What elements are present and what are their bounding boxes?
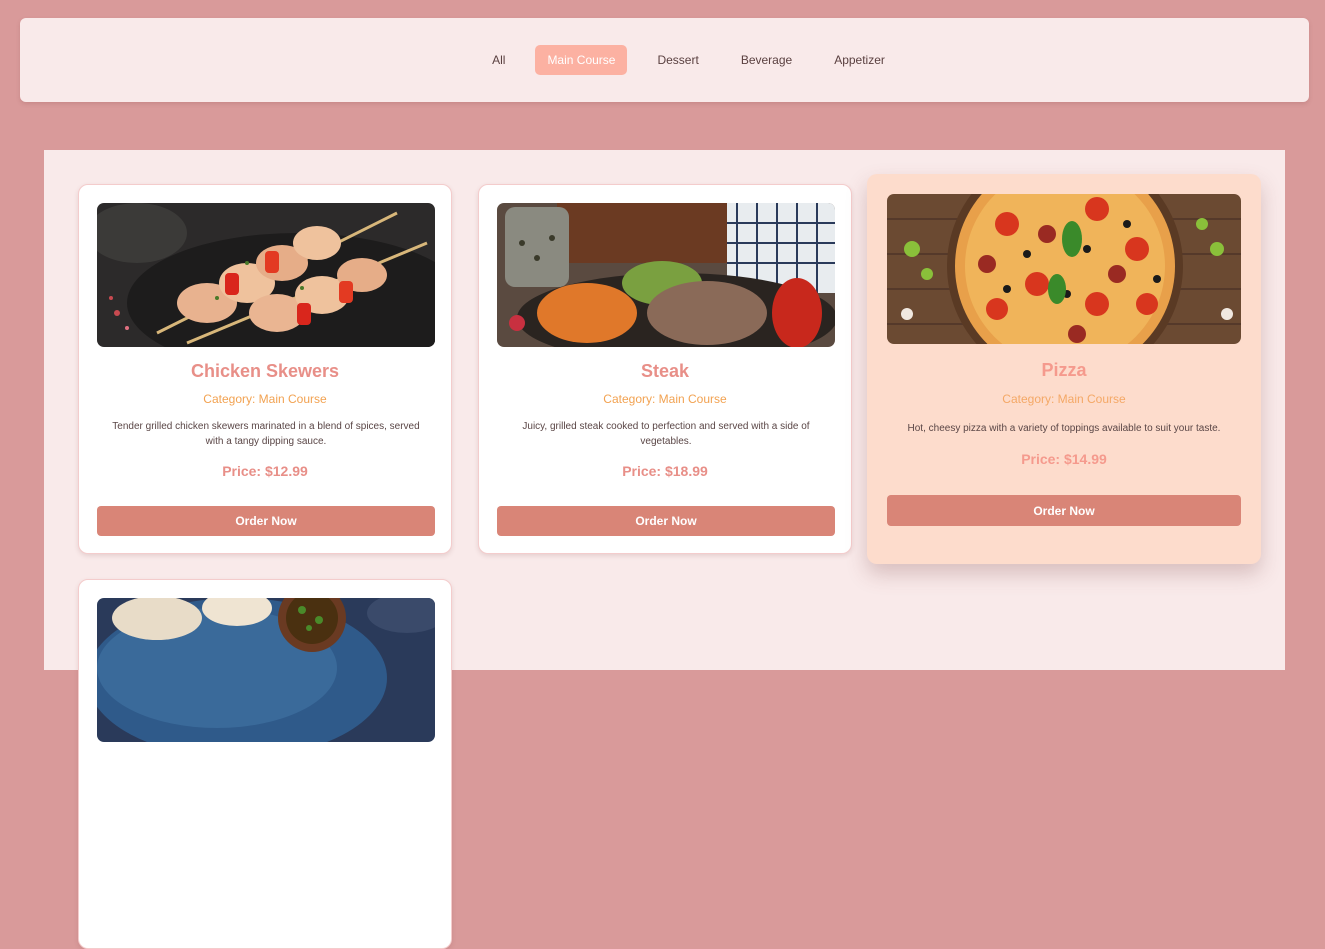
card-category: Category: Main Course <box>203 392 327 406</box>
card-category: Category: Main Course <box>603 392 727 406</box>
card-price: Price: $12.99 <box>222 463 308 479</box>
card-price: Price: $18.99 <box>622 463 708 479</box>
filter-main-course-button[interactable]: Main Course <box>535 45 628 75</box>
menu-grid: Chicken Skewers Category: Main Course Te… <box>44 150 1285 949</box>
filter-appetizer-button[interactable]: Appetizer <box>822 45 897 75</box>
card-price: Price: $14.99 <box>1021 451 1107 467</box>
card-description: Juicy, grilled steak cooked to perfectio… <box>522 421 810 447</box>
filter-list: All Main Course Dessert Beverage Appetiz… <box>471 45 906 75</box>
card-title: Chicken Skewers <box>190 361 340 381</box>
filter-all-button[interactable]: All <box>480 45 517 75</box>
order-now-button[interactable]: Order Now <box>497 506 835 536</box>
card-title: Pizza <box>1041 360 1087 380</box>
category-filter-bar: All Main Course Dessert Beverage Appetiz… <box>20 18 1309 102</box>
order-now-button[interactable]: Order Now <box>887 495 1241 526</box>
card-category: Category: Main Course <box>1002 392 1126 406</box>
steak-image <box>497 203 835 347</box>
pizza-image <box>887 194 1241 344</box>
menu-card-pizza: Pizza Category: Main Course Hot, cheesy … <box>867 174 1261 564</box>
filter-beverage-button[interactable]: Beverage <box>729 45 804 75</box>
chicken-skewers-image <box>97 203 435 347</box>
dumplings-image <box>97 598 435 742</box>
menu-card-steak: Steak Category: Main Course Juicy, grill… <box>478 184 852 554</box>
menu-card-chicken-skewers: Chicken Skewers Category: Main Course Te… <box>78 184 452 554</box>
menu-card-dumplings <box>78 579 452 949</box>
card-description: Tender grilled chicken skewers marinated… <box>112 421 420 447</box>
card-title: Steak <box>640 361 690 381</box>
card-description: Hot, cheesy pizza with a variety of topp… <box>907 423 1221 434</box>
filter-dessert-button[interactable]: Dessert <box>645 45 710 75</box>
order-now-button[interactable]: Order Now <box>97 506 435 536</box>
